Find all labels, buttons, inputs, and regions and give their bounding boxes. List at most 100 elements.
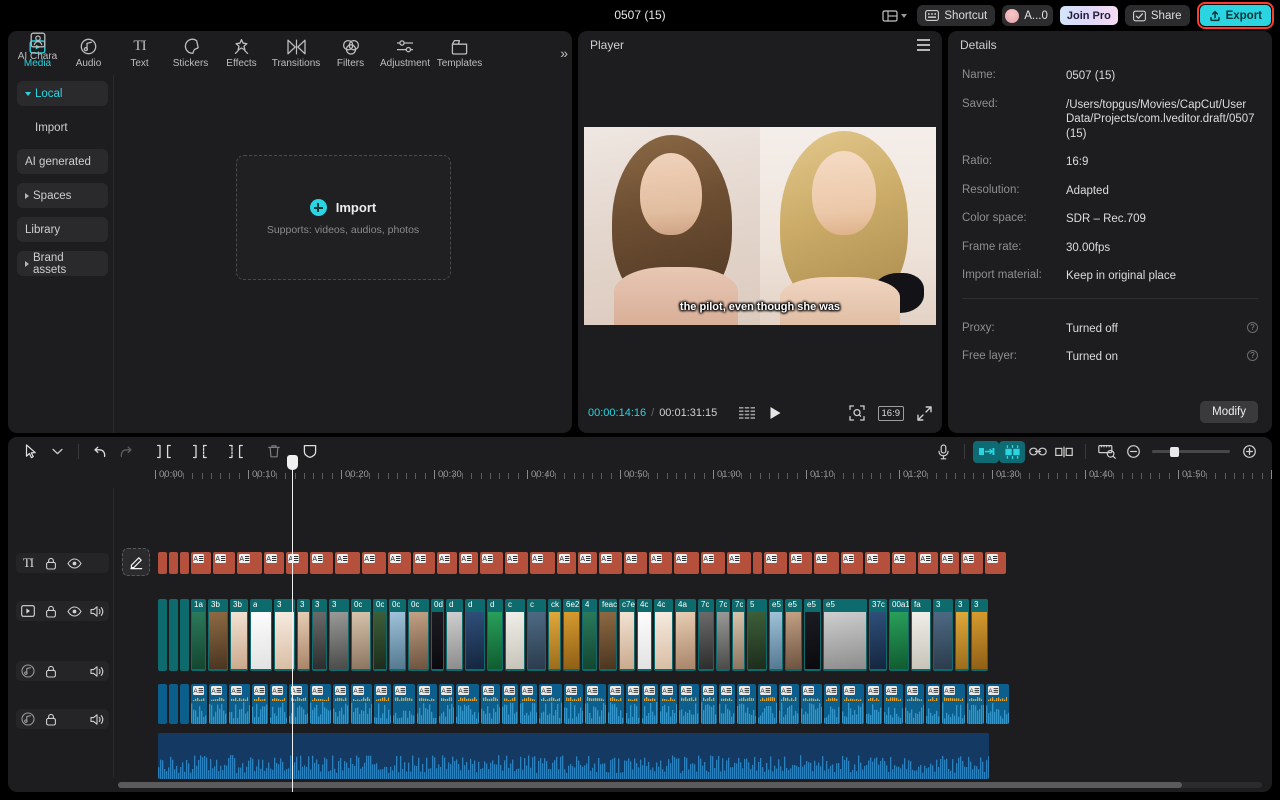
- share-button[interactable]: Share: [1124, 5, 1190, 26]
- video-clip[interactable]: fa: [911, 599, 931, 671]
- audio-clip[interactable]: A: [209, 684, 227, 724]
- sidebar-item-ai-generated[interactable]: AI generated: [17, 149, 108, 174]
- video-clip[interactable]: ck: [548, 599, 561, 671]
- split-button[interactable]: [151, 441, 177, 463]
- crop-icon[interactable]: [848, 405, 865, 421]
- video-clip[interactable]: 3: [933, 599, 953, 671]
- audio-clip[interactable]: [169, 684, 178, 724]
- video-clip[interactable]: e5: [804, 599, 821, 671]
- video-clip[interactable]: 3b: [208, 599, 228, 671]
- timeline-ruler[interactable]: 00:00 00:10 00:20 00:30 00:40 00:50 01:00 01:10…: [8, 466, 1272, 488]
- text-clip[interactable]: A: [892, 552, 916, 574]
- track-lock-button[interactable]: [41, 663, 61, 679]
- audio-clip[interactable]: A: [986, 684, 1009, 724]
- account-button[interactable]: A...0: [1002, 5, 1053, 26]
- track-mute-button[interactable]: [87, 555, 107, 571]
- zoom-slider-knob[interactable]: [1170, 446, 1179, 457]
- audio-clip[interactable]: A: [884, 684, 903, 724]
- layout-button[interactable]: [879, 7, 910, 25]
- text-clip[interactable]: A: [841, 552, 863, 574]
- chevron-double-right-icon[interactable]: »: [560, 45, 568, 61]
- audio-clip[interactable]: A: [679, 684, 699, 724]
- text-clip[interactable]: A: [940, 552, 959, 574]
- audio-clip[interactable]: A: [539, 684, 562, 724]
- video-clip[interactable]: a: [250, 599, 272, 671]
- grid-view-icon[interactable]: [739, 407, 756, 419]
- video-clip[interactable]: [158, 599, 167, 671]
- track-lock-button[interactable]: [41, 603, 61, 619]
- audio-clip[interactable]: A: [351, 684, 372, 724]
- tab-adjustment[interactable]: Adjustment: [376, 38, 434, 69]
- audio-clip[interactable]: A: [642, 684, 658, 724]
- text-clip[interactable]: A: [789, 552, 812, 574]
- track-visibility-button[interactable]: [64, 711, 84, 727]
- video-clip[interactable]: 3: [312, 599, 327, 671]
- tab-ai-chara[interactable]: AI Chara: [12, 31, 63, 75]
- text-clip[interactable]: A: [437, 552, 457, 574]
- video-clip[interactable]: 0c: [373, 599, 387, 671]
- hamburger-menu-icon[interactable]: [917, 39, 930, 51]
- sidebar-item-brand-assets[interactable]: Brand assets: [17, 251, 108, 276]
- video-clip[interactable]: feac: [599, 599, 617, 671]
- text-clip[interactable]: A: [918, 552, 938, 574]
- video-preview[interactable]: the pilot, even though she was: [584, 127, 936, 325]
- audio-clip[interactable]: A: [585, 684, 606, 724]
- track-mute-button[interactable]: [87, 663, 107, 679]
- video-clip[interactable]: d: [465, 599, 485, 671]
- sidebar-item-spaces[interactable]: Spaces: [17, 183, 108, 208]
- video-track-lane[interactable]: 1a 3b 3b a 3 3 3 3 0c 0c 0c 0c 0d d d d c c ck 6e2 4 feac c7e 4…: [155, 599, 1262, 671]
- audio-clip[interactable]: A: [660, 684, 677, 724]
- video-clip[interactable]: d: [487, 599, 503, 671]
- text-clip[interactable]: A: [727, 552, 751, 574]
- track-visibility-button[interactable]: [64, 603, 84, 619]
- tab-audio[interactable]: Audio: [63, 38, 114, 69]
- record-button[interactable]: [930, 441, 956, 463]
- audio-clip[interactable]: A: [779, 684, 799, 724]
- audio-clip[interactable]: A: [626, 684, 640, 724]
- aspect-ratio-chip[interactable]: 16:9: [877, 405, 904, 421]
- text-clip[interactable]: [158, 552, 167, 574]
- text-clip[interactable]: A: [388, 552, 411, 574]
- modify-button[interactable]: Modify: [1200, 401, 1258, 423]
- video-clip[interactable]: 37c: [869, 599, 887, 671]
- video-clip[interactable]: c7e: [619, 599, 635, 671]
- track-lock-button[interactable]: [41, 555, 61, 571]
- audio-clip[interactable]: A: [393, 684, 415, 724]
- text-clip[interactable]: [753, 552, 762, 574]
- sidebar-item-library[interactable]: Library: [17, 217, 108, 242]
- text-clip[interactable]: A: [459, 552, 478, 574]
- video-clip[interactable]: 3: [971, 599, 988, 671]
- video-clip[interactable]: [169, 599, 178, 671]
- video-clip[interactable]: 0d: [431, 599, 444, 671]
- export-button[interactable]: Export: [1199, 5, 1271, 26]
- trim-left-button[interactable]: [187, 441, 213, 463]
- select-tool-button[interactable]: [18, 441, 44, 463]
- audio-clip[interactable]: A: [520, 684, 537, 724]
- text-clip[interactable]: A: [764, 552, 787, 574]
- text-clip[interactable]: A: [213, 552, 235, 574]
- trim-right-button[interactable]: [223, 441, 249, 463]
- track-visibility-button[interactable]: [64, 555, 84, 571]
- join-pro-button[interactable]: Join Pro: [1059, 6, 1118, 25]
- audio-clip[interactable]: A: [270, 684, 287, 724]
- audio-clip[interactable]: A: [719, 684, 735, 724]
- video-clip[interactable]: 3: [297, 599, 310, 671]
- zoom-fit-button[interactable]: [1094, 441, 1120, 463]
- audio-clip[interactable]: A: [481, 684, 500, 724]
- video-clip[interactable]: 7c: [732, 599, 745, 671]
- timeline-horizontal-scrollbar[interactable]: [118, 782, 1262, 788]
- import-dropzone[interactable]: Import Supports: videos, audios, photos: [235, 155, 451, 280]
- tab-effects[interactable]: Effects: [216, 38, 267, 69]
- zoom-out-button[interactable]: [1120, 441, 1146, 463]
- track-mute-button[interactable]: [87, 711, 107, 727]
- audio-clip[interactable]: A: [252, 684, 268, 724]
- tab-stickers[interactable]: Stickers: [165, 38, 216, 69]
- text-clip[interactable]: A: [237, 552, 262, 574]
- audio-clip[interactable]: A: [905, 684, 924, 724]
- tool-dropdown-button[interactable]: [44, 441, 70, 463]
- text-clip[interactable]: A: [362, 552, 386, 574]
- audio-clip[interactable]: A: [737, 684, 756, 724]
- playhead[interactable]: [287, 455, 298, 792]
- text-clip[interactable]: A: [814, 552, 839, 574]
- text-clip[interactable]: A: [985, 552, 1006, 574]
